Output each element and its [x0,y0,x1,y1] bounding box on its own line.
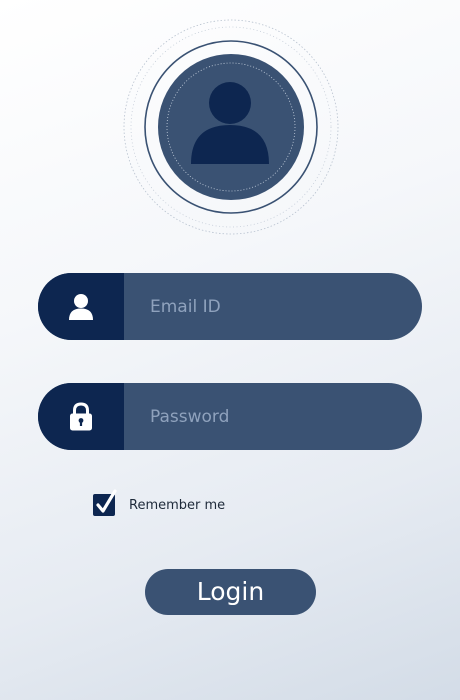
remember-checkbox[interactable] [93,489,117,516]
password-input[interactable] [124,383,422,450]
user-avatar-icon [123,19,339,235]
password-icon-cap [38,383,124,450]
email-field [38,273,422,340]
checkmark-icon [96,489,117,513]
login-screen: Remember me Login [0,0,460,700]
avatar [123,19,339,235]
password-field [38,383,422,450]
user-icon [69,293,93,320]
remember-me[interactable]: Remember me [93,489,226,518]
email-input[interactable] [124,273,422,340]
email-icon-cap [38,273,124,340]
remember-label: Remember me [129,497,226,513]
login-button[interactable]: Login [145,569,316,615]
lock-icon [70,401,92,430]
